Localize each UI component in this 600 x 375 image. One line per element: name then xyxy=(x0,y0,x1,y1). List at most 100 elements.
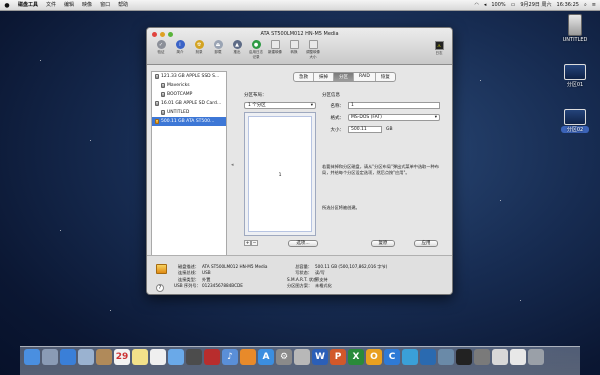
partition-status: 所选分区将被创建。 xyxy=(322,205,360,210)
toolbar-unmount-button[interactable]: ⏏ 卸载 xyxy=(210,40,226,60)
toolbar-new-image-button[interactable]: 新建映像 xyxy=(267,40,283,60)
menu-clock[interactable]: 16:36:25 xyxy=(557,0,579,11)
toolbar-label: 简介 xyxy=(176,50,184,54)
options-button[interactable]: 选项... xyxy=(288,240,318,247)
eject-icon: ▲ xyxy=(232,40,242,49)
menu-bar: ● 磁盘工具 文件 编辑 映像 窗口 帮助 ◠ ◂ 100% ▭ 9月29日 周… xyxy=(0,0,600,11)
tab-first-aid[interactable]: 急救 xyxy=(294,73,314,81)
battery-icon[interactable]: ▭ xyxy=(511,0,516,11)
sidebar-volume-bootcamp[interactable]: BOOTCAMP xyxy=(152,90,226,99)
launchpad-icon[interactable] xyxy=(42,349,58,365)
star xyxy=(90,140,91,141)
diskutility-icon[interactable] xyxy=(294,349,310,365)
lync-icon[interactable]: C xyxy=(384,349,400,365)
sidebar-volume-untitled[interactable]: UNTITLED xyxy=(152,108,226,117)
star xyxy=(110,310,111,311)
desktop-file-partition02[interactable]: 分区02 xyxy=(561,109,589,133)
apple-menu-icon[interactable]: ● xyxy=(0,0,14,11)
ibooks-icon[interactable] xyxy=(240,349,256,365)
outlook-icon[interactable]: O xyxy=(366,349,382,365)
powerpoint-icon[interactable]: P xyxy=(330,349,346,365)
menu-image[interactable]: 映像 xyxy=(78,0,96,11)
remove-partition-button[interactable]: − xyxy=(251,240,258,246)
format-select[interactable]: MS-DOS (FAT) ▾ xyxy=(348,114,440,121)
toolbar-journal-button[interactable]: ● 启用日志记录 xyxy=(248,40,264,60)
split-view-handle[interactable]: ◂ xyxy=(231,162,234,168)
toolbar-log-button[interactable]: ⚠ 日志 xyxy=(432,41,446,56)
partition-block[interactable]: 1 xyxy=(248,116,312,232)
partition-block-label: 1 xyxy=(278,173,282,178)
menu-window[interactable]: 窗口 xyxy=(96,0,114,11)
sidebar-disk-ssd[interactable]: 121.33 GB APPLE SSD S... xyxy=(152,72,226,81)
menu-app-name[interactable]: 磁盘工具 xyxy=(14,0,42,11)
spotlight-icon[interactable]: ⌕ xyxy=(584,0,587,11)
menu-date[interactable]: 9月29日 周六 xyxy=(520,0,551,11)
volume-icon xyxy=(161,92,165,97)
tab-erase[interactable]: 抹掉 xyxy=(314,73,334,81)
excel-icon[interactable]: X xyxy=(348,349,364,365)
notification-center-icon[interactable]: ≡ xyxy=(592,0,596,11)
sidebar-volume-mavericks[interactable]: Mavericks xyxy=(152,81,226,90)
toolbar-eject-button[interactable]: ▲ 推出 xyxy=(229,40,245,60)
battery-percent[interactable]: 100% xyxy=(491,0,505,11)
size-label: 大小： xyxy=(330,127,345,133)
apply-button[interactable]: 应用 xyxy=(414,240,438,247)
mail-icon[interactable] xyxy=(78,349,94,365)
add-partition-button[interactable]: + xyxy=(244,240,251,246)
contacts-icon[interactable] xyxy=(96,349,112,365)
toolbar-label: 日志 xyxy=(435,51,443,55)
trash-icon[interactable] xyxy=(528,349,544,365)
size-field[interactable]: 500.11 xyxy=(348,126,382,133)
terminal-icon[interactable] xyxy=(456,349,472,365)
app-blue-icon[interactable] xyxy=(402,349,418,365)
burn-icon: ☢ xyxy=(194,40,204,49)
wifi-icon[interactable]: ◠ xyxy=(474,0,478,11)
reminders-icon[interactable] xyxy=(150,349,166,365)
toolbar-info-button[interactable]: i 简介 xyxy=(172,40,188,60)
name-field[interactable]: 1 xyxy=(348,102,440,109)
volume-icon[interactable]: ◂ xyxy=(484,0,487,11)
disk-icon xyxy=(155,101,159,106)
desktop-drive-untitled[interactable]: UNTITLED xyxy=(562,14,588,43)
app-misc-icon[interactable] xyxy=(474,349,490,365)
menu-edit[interactable]: 编辑 xyxy=(60,0,78,11)
documents-stack-icon[interactable] xyxy=(492,349,508,365)
menu-file[interactable]: 文件 xyxy=(42,0,60,11)
tab-restore[interactable]: 恢复 xyxy=(376,73,395,81)
desktop-icon-label: UNTITLED xyxy=(562,37,588,43)
safari-icon[interactable] xyxy=(60,349,76,365)
info-value: 500.11 GB (500,107,862,016 字节) xyxy=(315,264,388,269)
help-button[interactable]: ? xyxy=(156,284,164,292)
toolbar-resize-image-button[interactable]: 调整映像大小 xyxy=(305,40,321,60)
desktop-file-partition01[interactable]: 分区01 xyxy=(561,64,589,88)
format-label: 格式： xyxy=(330,115,345,121)
external-drive-icon xyxy=(156,264,167,274)
facetime-icon[interactable] xyxy=(186,349,202,365)
sidebar-disk-ata[interactable]: 500.11 GB ATA ST500... xyxy=(152,117,226,126)
dock: 29 ♪ A ⚙ W P X O C xyxy=(20,346,580,375)
tab-partition[interactable]: 分区 xyxy=(334,73,354,81)
toolbar-burn-button[interactable]: ☢ 刻录 xyxy=(191,40,207,60)
app-grid-icon[interactable] xyxy=(438,349,454,365)
tab-raid[interactable]: RAID xyxy=(354,73,376,81)
toolbar-verify-button[interactable]: ✓ 验证 xyxy=(153,40,169,60)
revert-button[interactable]: 复原 xyxy=(371,240,395,247)
info-value: 未格式化 xyxy=(315,283,332,289)
word-icon[interactable]: W xyxy=(312,349,328,365)
photobooth-icon[interactable] xyxy=(204,349,220,365)
dock-icons: 29 ♪ A ⚙ W P X O C xyxy=(24,349,544,365)
sidebar-disk-sdcard[interactable]: 16.01 GB APPLE SD Card... xyxy=(152,99,226,108)
appstore-icon[interactable]: A xyxy=(258,349,274,365)
preferences-icon[interactable]: ⚙ xyxy=(276,349,292,365)
menu-help[interactable]: 帮助 xyxy=(114,0,132,11)
calendar-icon[interactable]: 29 xyxy=(114,349,130,365)
itunes-icon[interactable]: ♪ xyxy=(222,349,238,365)
messages-icon[interactable] xyxy=(168,349,184,365)
finder-icon[interactable] xyxy=(24,349,40,365)
toolbar-convert-button[interactable]: 转换 xyxy=(286,40,302,60)
app-globe-icon[interactable] xyxy=(420,349,436,365)
partition-layout-select[interactable]: 1 个分区 ▾ xyxy=(244,102,316,109)
downloads-stack-icon[interactable] xyxy=(510,349,526,365)
format-value: MS-DOS (FAT) xyxy=(351,115,382,120)
notes-icon[interactable] xyxy=(132,349,148,365)
